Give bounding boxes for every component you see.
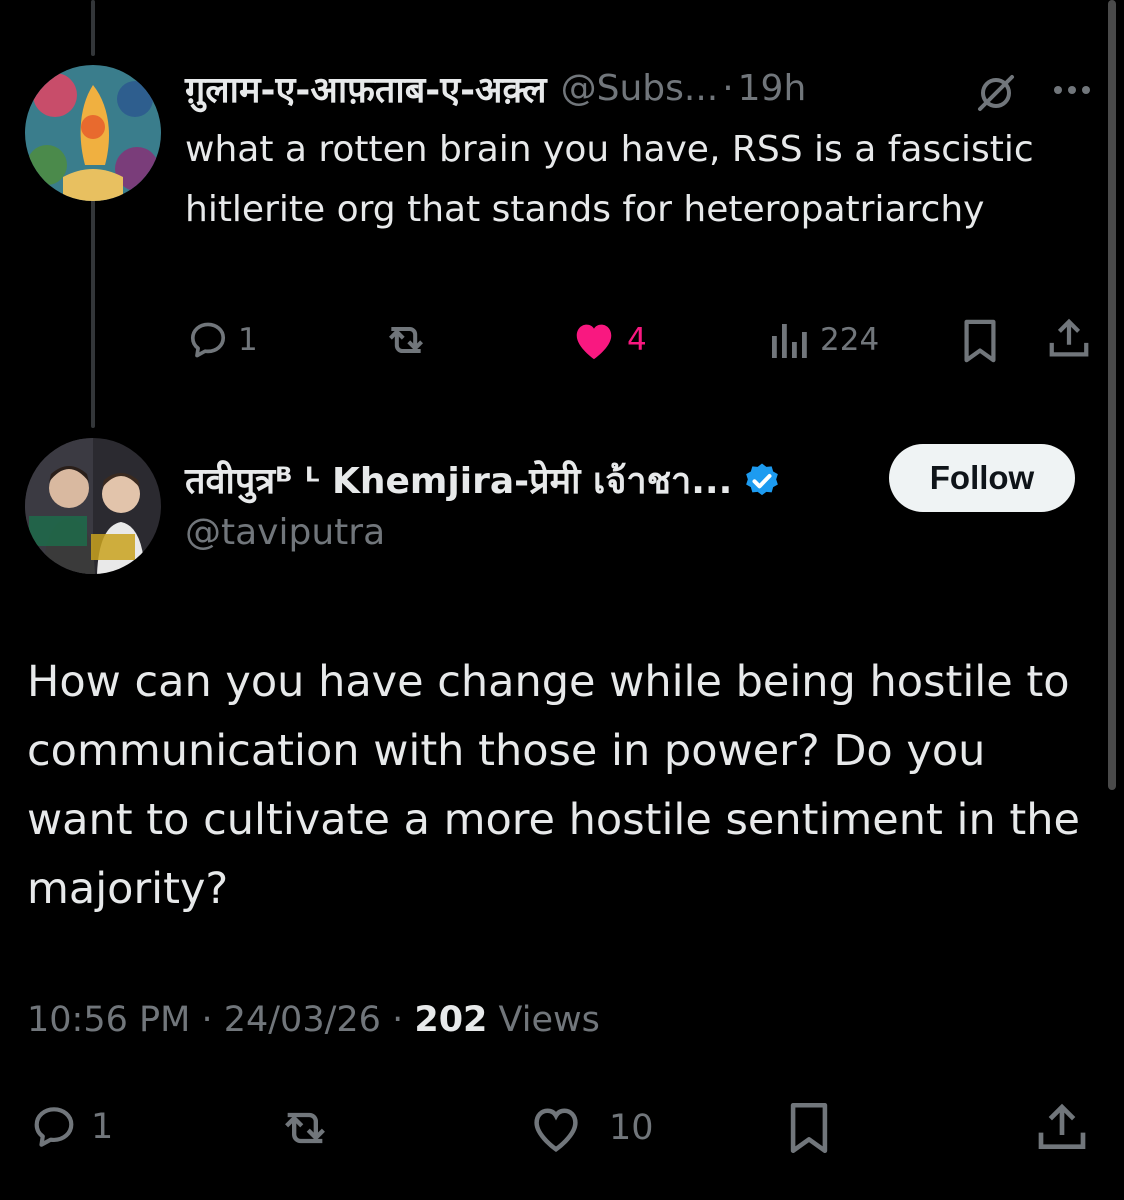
reply-views-action[interactable]: 224 [768,318,879,362]
scrollbar[interactable] [1108,0,1116,790]
main-avatar[interactable] [25,438,161,574]
reply-reply-action[interactable]: 1 [186,318,258,362]
main-display-name[interactable]: तवीपुत्रᴮ ᴸ Khemjira-प्रेमी เจ้าชา... [185,452,732,509]
main-like-action[interactable]: 10 [527,1102,654,1154]
reply-share-icon[interactable] [1046,316,1092,366]
verified-badge-icon [742,461,782,501]
heart-icon [527,1102,585,1154]
reply-reply-count: 1 [238,322,258,358]
main-reply-action[interactable]: 1 [27,1102,113,1152]
reply-repost-action[interactable] [382,318,430,362]
main-time[interactable]: 10:56 PM [27,1000,190,1040]
follow-button[interactable]: Follow [889,444,1075,512]
main-share-icon[interactable] [1034,1100,1090,1160]
repost-icon [382,318,430,362]
reply-display-name[interactable]: ग़ुलाम-ए-आफ़ताब-ए-अक़्ल [185,64,547,113]
reply-like-action[interactable]: 4 [571,318,647,362]
main-reply-count: 1 [91,1107,114,1147]
reply-bookmark-icon[interactable] [958,318,1002,368]
main-date[interactable]: 24/03/26 [224,1000,381,1040]
grok-icon[interactable] [972,69,1020,121]
reply-text: what a rotten brain you have, RSS is a f… [185,129,1034,230]
main-views-label: Views [498,1000,600,1040]
reply-views-count: 224 [820,322,880,358]
reply-icon [186,318,230,362]
reply-separator: · [722,67,734,109]
main-views-count: 202 [414,1000,488,1040]
thread-line-top [91,0,95,56]
reply-like-count: 4 [627,322,647,358]
reply-avatar[interactable] [25,65,161,201]
main-handle[interactable]: @taviputra [185,512,385,553]
main-repost-icon[interactable] [274,1102,336,1158]
reply-time[interactable]: 19h [738,68,807,109]
more-options-icon[interactable] [1050,80,1094,104]
main-tweet-text: How can you have change while being host… [27,657,1080,914]
views-icon [768,318,808,362]
main-meta: 10:56 PM · 24/03/26 · 202 Views [27,1000,600,1040]
main-name-row: तवीपुत्रᴮ ᴸ Khemjira-प्रेमी เจ้าชา... [185,452,782,509]
thread-line-bottom [91,176,95,428]
meta-separator-2: · [392,1000,404,1040]
reply-icon [27,1102,81,1152]
main-like-count: 10 [609,1108,654,1148]
heart-filled-icon [571,318,617,362]
meta-separator-1: · [201,1000,213,1040]
reply-handle[interactable]: @Subs... [561,68,719,109]
reply-header: ग़ुलाम-ए-आफ़ताब-ए-अक़्ल @Subs... · 19h [185,64,807,113]
main-bookmark-icon[interactable] [784,1100,834,1160]
